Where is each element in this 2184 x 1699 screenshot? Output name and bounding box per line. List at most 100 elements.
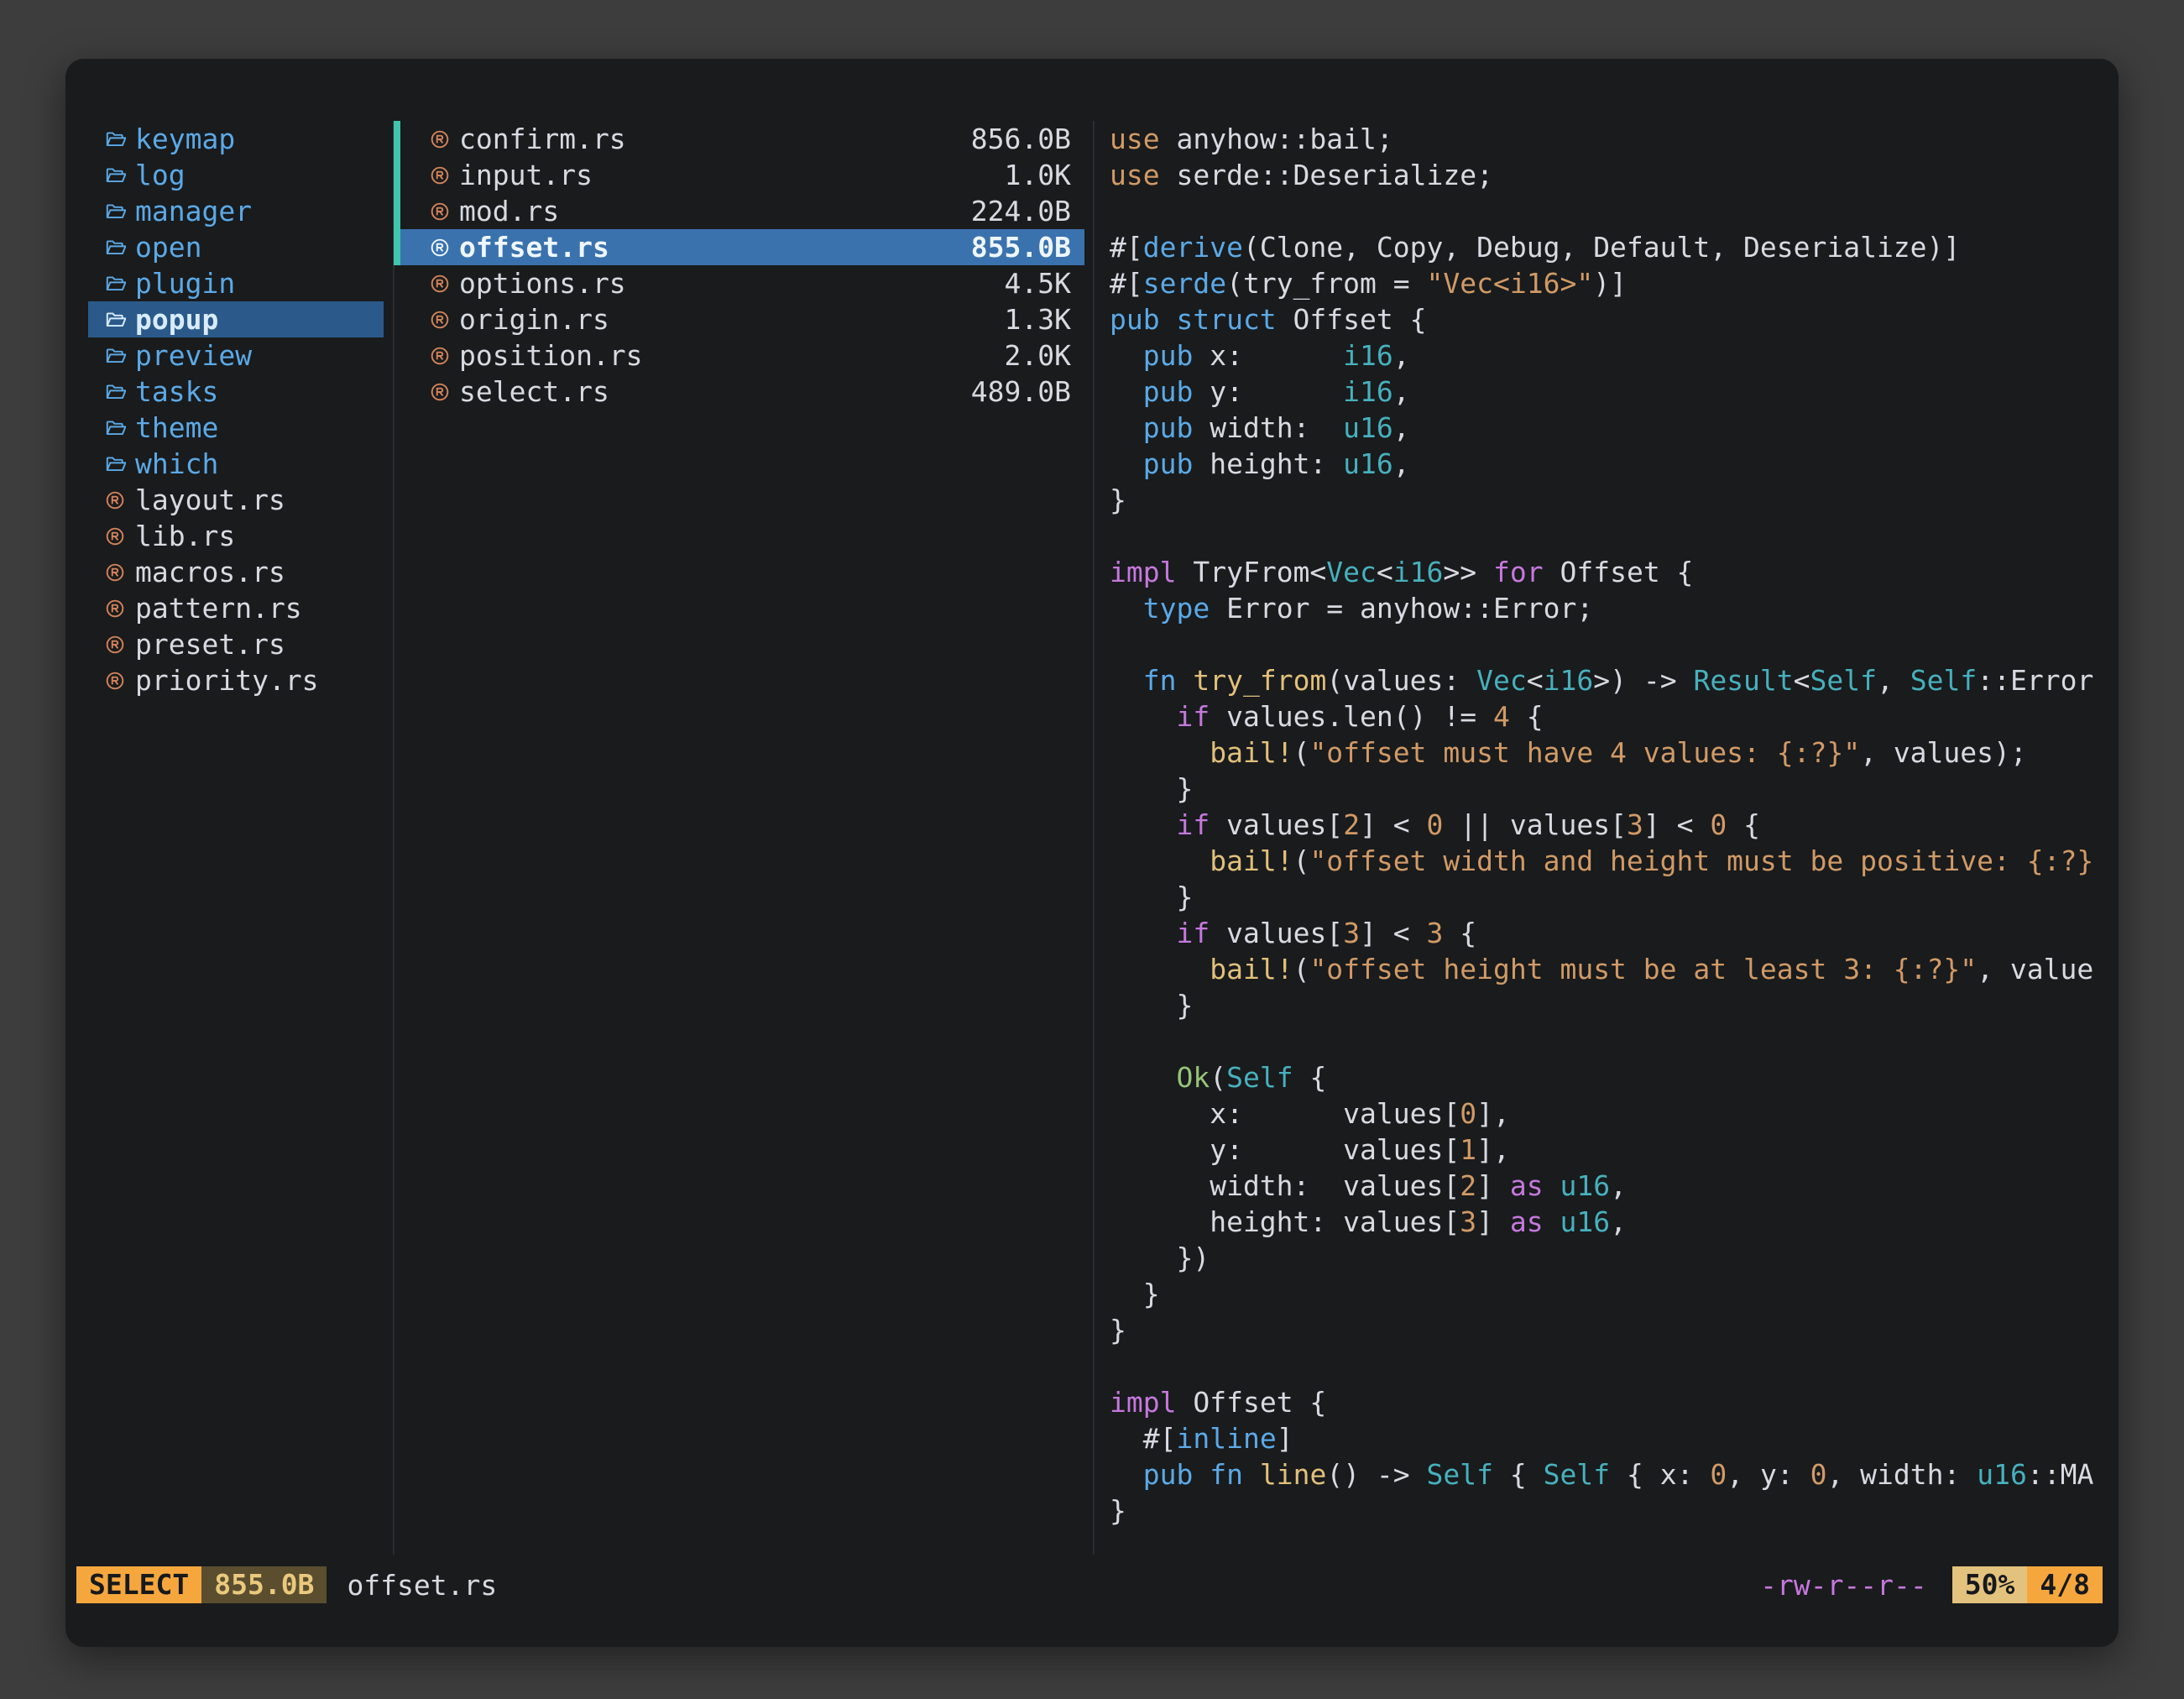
code-line bbox=[1110, 518, 2119, 554]
file-item-select-rs[interactable]: select.rs 489.0B bbox=[400, 374, 1084, 410]
permissions-text: -rw-r--r-- bbox=[1760, 1569, 1927, 1602]
file-item-priority-rs[interactable]: priority.rs bbox=[88, 662, 384, 698]
code-area: use anyhow::bail;use serde::Deserialize;… bbox=[1110, 121, 2119, 1529]
code-line: height: values[3] as u16, bbox=[1110, 1204, 2119, 1240]
code-line: pub fn line() -> Self { Self { x: 0, y: … bbox=[1110, 1456, 2119, 1493]
file-size: 4.5K bbox=[1005, 267, 1071, 300]
file-item-lib-rs[interactable]: lib.rs bbox=[88, 518, 384, 554]
rust-file-icon bbox=[104, 598, 126, 619]
file-name: options.rs bbox=[459, 267, 626, 300]
folder-open-icon bbox=[104, 237, 126, 259]
code-line: type Error = anyhow::Error; bbox=[1110, 590, 2119, 626]
file-item-preset-rs[interactable]: preset.rs bbox=[88, 626, 384, 662]
file-item-options-rs[interactable]: options.rs 4.5K bbox=[400, 265, 1084, 301]
code-line: } bbox=[1110, 1312, 2119, 1348]
rust-file-icon bbox=[429, 165, 451, 186]
rust-file-icon bbox=[104, 562, 126, 583]
file-item-input-rs[interactable]: input.rs 1.0K bbox=[400, 157, 1084, 193]
code-line: pub width: u16, bbox=[1110, 410, 2119, 446]
folder-open-icon bbox=[104, 309, 126, 331]
marked-indicator bbox=[394, 121, 400, 157]
item-label: keymap bbox=[135, 123, 235, 155]
dir-item-tasks[interactable]: tasks bbox=[88, 374, 384, 410]
file-size: 489.0B bbox=[971, 375, 1071, 408]
folder-open-icon bbox=[104, 165, 126, 186]
file-item-macros-rs[interactable]: macros.rs bbox=[88, 554, 384, 590]
rust-file-icon bbox=[104, 670, 126, 692]
file-name: select.rs bbox=[459, 375, 609, 408]
folder-open-icon bbox=[104, 273, 126, 295]
item-label: priority.rs bbox=[135, 664, 319, 697]
rust-file-icon bbox=[429, 201, 451, 222]
folder-open-icon bbox=[104, 128, 126, 150]
code-line: } bbox=[1110, 879, 2119, 915]
dir-item-keymap[interactable]: keymap bbox=[88, 121, 384, 157]
dir-item-manager[interactable]: manager bbox=[88, 193, 384, 229]
rust-file-icon bbox=[429, 381, 451, 403]
item-label: plugin bbox=[135, 267, 235, 300]
dir-item-log[interactable]: log bbox=[88, 157, 384, 193]
rust-file-icon bbox=[104, 525, 126, 547]
size-badge: 855.0B bbox=[201, 1566, 327, 1603]
code-line: bail!("offset must have 4 values: {:?}",… bbox=[1110, 734, 2119, 771]
file-item-origin-rs[interactable]: origin.rs 1.3K bbox=[400, 301, 1084, 337]
file-name: offset.rs bbox=[459, 231, 609, 264]
item-label: manager bbox=[135, 195, 252, 227]
rust-file-icon bbox=[429, 128, 451, 150]
code-line: y: values[1], bbox=[1110, 1132, 2119, 1168]
file-name: input.rs bbox=[459, 159, 593, 191]
file-item-layout-rs[interactable]: layout.rs bbox=[88, 482, 384, 518]
file-item-confirm-rs[interactable]: confirm.rs 856.0B bbox=[400, 121, 1084, 157]
code-line bbox=[1110, 193, 2119, 229]
code-line: } bbox=[1110, 1493, 2119, 1529]
code-line: } bbox=[1110, 987, 2119, 1023]
code-line: bail!("offset height must be at least 3:… bbox=[1110, 951, 2119, 987]
code-line: x: values[0], bbox=[1110, 1095, 2119, 1132]
dir-item-which[interactable]: which bbox=[88, 446, 384, 482]
code-line: use serde::Deserialize; bbox=[1110, 157, 2119, 193]
code-line: #[serde(try_from = "Vec<i16>")] bbox=[1110, 265, 2119, 301]
code-line: if values.len() != 4 { bbox=[1110, 698, 2119, 734]
item-label: layout.rs bbox=[135, 484, 285, 516]
dir-item-plugin[interactable]: plugin bbox=[88, 265, 384, 301]
code-line: impl TryFrom<Vec<i16>> for Offset { bbox=[1110, 554, 2119, 590]
preview-panel: use anyhow::bail;use serde::Deserialize;… bbox=[1093, 59, 2119, 1555]
folder-open-icon bbox=[104, 417, 126, 439]
dir-item-open[interactable]: open bbox=[88, 229, 384, 265]
rust-file-icon bbox=[429, 345, 451, 367]
file-name: origin.rs bbox=[459, 303, 609, 336]
status-left: SELECT 855.0B offset.rs bbox=[76, 1566, 497, 1603]
code-line bbox=[1110, 626, 2119, 662]
file-item-offset-rs[interactable]: offset.rs 855.0B bbox=[400, 229, 1084, 265]
dir-item-preview[interactable]: preview bbox=[88, 337, 384, 374]
file-name: position.rs bbox=[459, 339, 643, 372]
file-size: 855.0B bbox=[971, 231, 1071, 264]
code-line: } bbox=[1110, 482, 2119, 518]
item-label: open bbox=[135, 231, 201, 264]
code-line: #[inline] bbox=[1110, 1420, 2119, 1456]
status-right: -rw-r--r-- 50% 4/8 bbox=[1760, 1566, 2103, 1603]
dir-item-theme[interactable]: theme bbox=[88, 410, 384, 446]
code-line: #[derive(Clone, Copy, Debug, Default, De… bbox=[1110, 229, 2119, 265]
file-name: mod.rs bbox=[459, 195, 559, 227]
marked-indicator bbox=[394, 193, 400, 229]
marked-indicator bbox=[394, 157, 400, 193]
files-panel: confirm.rs 856.0B input.rs 1.0K mod.rs 2… bbox=[394, 59, 1093, 1555]
rust-file-icon bbox=[104, 634, 126, 656]
item-label: pattern.rs bbox=[135, 592, 302, 625]
code-line: if values[3] < 3 { bbox=[1110, 915, 2119, 951]
code-line: } bbox=[1110, 771, 2119, 807]
folder-open-icon bbox=[104, 381, 126, 403]
code-line: use anyhow::bail; bbox=[1110, 121, 2119, 157]
code-line bbox=[1110, 1023, 2119, 1059]
file-size: 1.0K bbox=[1005, 159, 1071, 191]
code-line bbox=[1110, 1348, 2119, 1384]
file-item-pattern-rs[interactable]: pattern.rs bbox=[88, 590, 384, 626]
item-label: popup bbox=[135, 303, 218, 336]
dir-item-popup[interactable]: popup bbox=[88, 301, 384, 337]
file-item-position-rs[interactable]: position.rs 2.0K bbox=[400, 337, 1084, 374]
file-item-mod-rs[interactable]: mod.rs 224.0B bbox=[400, 193, 1084, 229]
rust-file-icon bbox=[104, 489, 126, 511]
code-line: pub x: i16, bbox=[1110, 337, 2119, 374]
folder-open-icon bbox=[104, 453, 126, 475]
